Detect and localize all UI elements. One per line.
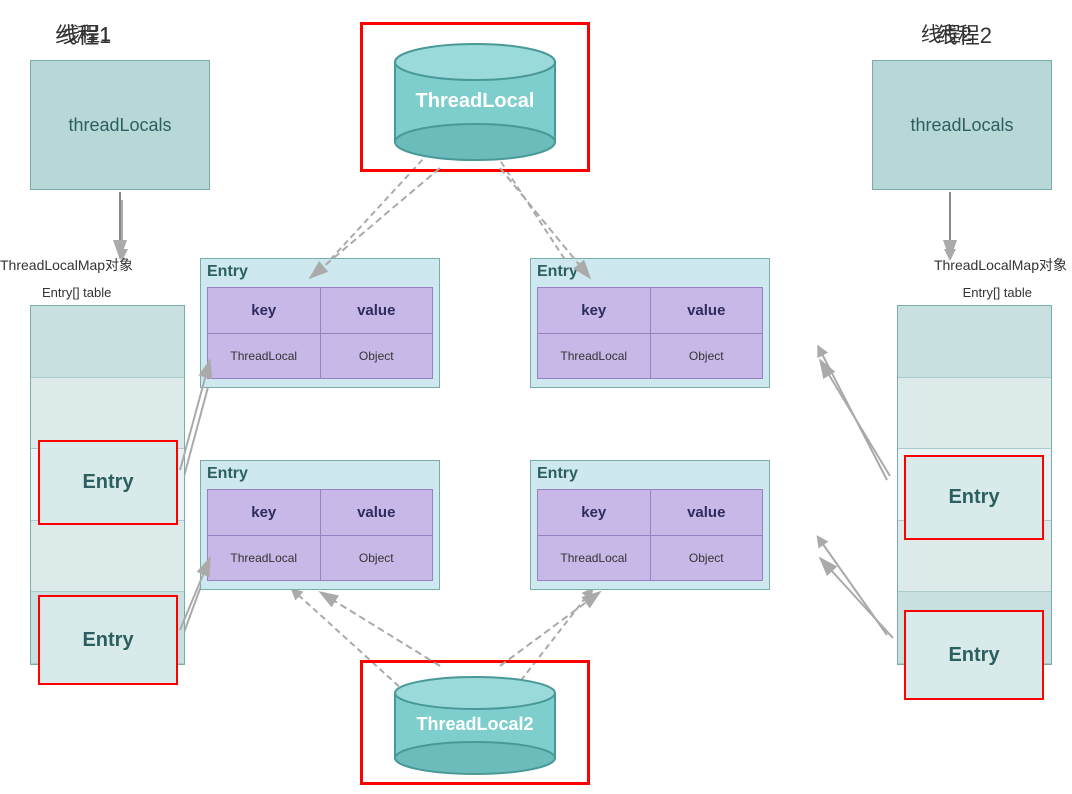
- entry-bottom-right-value: value: [687, 504, 725, 521]
- threadlocal2-container: ThreadLocal2: [360, 660, 590, 785]
- entry-top-left-key: key: [251, 302, 276, 319]
- threadlocal1-container: ThreadLocal: [360, 22, 590, 172]
- entry-bottom-left-key: key: [251, 504, 276, 521]
- thread2-entry2: Entry: [904, 610, 1044, 700]
- entry-top-right-value: value: [687, 302, 725, 319]
- entry-top-left-value: value: [357, 302, 395, 319]
- entry-bottom-left-value-type: Object: [359, 551, 394, 565]
- entry-card-bottom-right-label: Entry: [537, 465, 578, 483]
- entry-card-top-left-inner: key value ThreadLocal Object: [207, 287, 433, 379]
- thread1-entry1: Entry: [38, 440, 178, 525]
- thread2-table-label: Entry[] table: [963, 285, 1032, 300]
- entry-card-top-right: Entry key value ThreadLocal Object: [530, 258, 770, 388]
- entry-bottom-left-value: value: [357, 504, 395, 521]
- thread1-title: 线程1: [55, 18, 111, 50]
- thread1-entry2: Entry: [38, 595, 178, 685]
- threadlocal2-cylinder: ThreadLocal2: [375, 668, 575, 778]
- entry-top-left-key-type: ThreadLocal: [230, 349, 297, 363]
- entry-card-bottom-right-inner: key value ThreadLocal Object: [537, 489, 763, 581]
- thread1-table-label: Entry[] table: [42, 285, 111, 300]
- entry-bottom-left-key-type: ThreadLocal: [230, 551, 297, 565]
- thread2-title: 线程2: [936, 18, 992, 50]
- entry-bottom-right-value-type: Object: [689, 551, 724, 565]
- entry-card-bottom-left-inner: key value ThreadLocal Object: [207, 489, 433, 581]
- entry-top-right-value-type: Object: [689, 349, 724, 363]
- entry-card-top-right-label: Entry: [537, 263, 578, 281]
- thread2-entry1: Entry: [904, 455, 1044, 540]
- svg-text:ThreadLocal2: ThreadLocal2: [416, 714, 533, 734]
- entry-top-right-key: key: [581, 302, 606, 319]
- thread1-map-label: ThreadLocalMap对象: [0, 255, 133, 275]
- entry-card-bottom-left: Entry key value ThreadLocal Object: [200, 460, 440, 590]
- entry-card-top-left: Entry key value ThreadLocal Object: [200, 258, 440, 388]
- svg-text:ThreadLocal: ThreadLocal: [416, 90, 535, 112]
- thread1-threadlocals: threadLocals: [30, 60, 210, 190]
- entry-top-left-value-type: Object: [359, 349, 394, 363]
- entry-card-top-left-label: Entry: [207, 263, 248, 281]
- threadlocal1-cylinder: ThreadLocal: [375, 32, 575, 162]
- entry-card-top-right-inner: key value ThreadLocal Object: [537, 287, 763, 379]
- diagram-container: 线程1 threadLocals ThreadLocalMap对象 Entry[…: [0, 0, 1072, 794]
- thread2-threadlocals: threadLocals: [872, 60, 1052, 190]
- entry-top-right-key-type: ThreadLocal: [560, 349, 627, 363]
- entry-card-bottom-left-label: Entry: [207, 465, 248, 483]
- entry-bottom-right-key: key: [581, 504, 606, 521]
- entry-bottom-right-key-type: ThreadLocal: [560, 551, 627, 565]
- entry-card-bottom-right: Entry key value ThreadLocal Object: [530, 460, 770, 590]
- thread2-map-label: ThreadLocalMap对象: [934, 255, 1067, 275]
